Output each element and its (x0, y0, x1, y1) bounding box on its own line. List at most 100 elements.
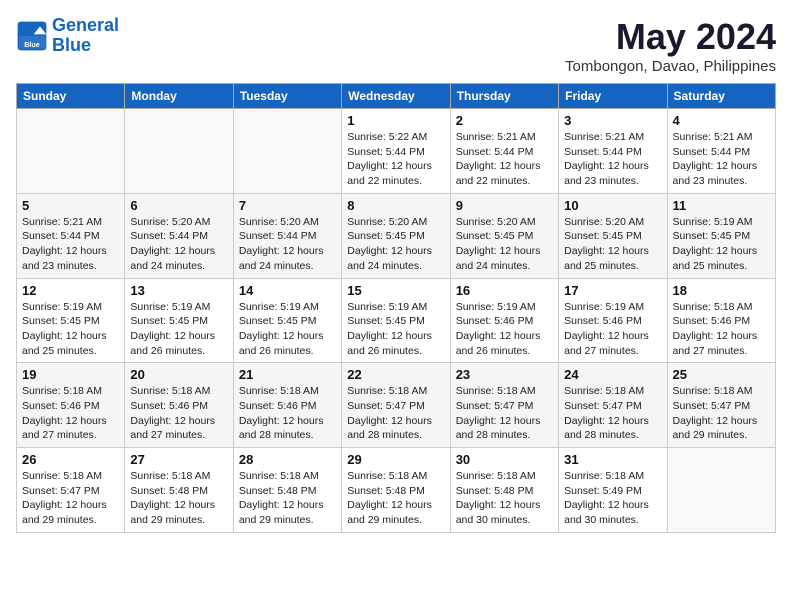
calendar-cell (125, 109, 233, 194)
calendar-cell: 19 Sunrise: 5:18 AM Sunset: 5:46 PM Dayli… (17, 363, 125, 448)
day-number: 4 (673, 113, 770, 128)
day-info: Sunrise: 5:20 AM Sunset: 5:45 PM Dayligh… (456, 215, 553, 274)
calendar-cell: 22 Sunrise: 5:18 AM Sunset: 5:47 PM Dayli… (342, 363, 450, 448)
day-info: Sunrise: 5:18 AM Sunset: 5:49 PM Dayligh… (564, 469, 661, 528)
weekday-header: Wednesday (342, 84, 450, 109)
calendar-cell: 1Sunrise: 5:22 AM Sunset: 5:44 PM Daylig… (342, 109, 450, 194)
day-number: 3 (564, 113, 661, 128)
day-info: Sunrise: 5:18 AM Sunset: 5:47 PM Dayligh… (347, 384, 444, 443)
day-info: Sunrise: 5:18 AM Sunset: 5:46 PM Dayligh… (239, 384, 336, 443)
weekday-header: Thursday (450, 84, 558, 109)
day-number: 20 (130, 367, 227, 382)
day-info: Sunrise: 5:18 AM Sunset: 5:47 PM Dayligh… (673, 384, 770, 443)
calendar-cell: 26 Sunrise: 5:18 AM Sunset: 5:47 PM Dayli… (17, 448, 125, 533)
calendar-cell: 9 Sunrise: 5:20 AM Sunset: 5:45 PM Daylig… (450, 193, 558, 278)
day-number: 29 (347, 452, 444, 467)
day-info: Sunrise: 5:19 AM Sunset: 5:45 PM Dayligh… (239, 300, 336, 359)
calendar-cell: 30 Sunrise: 5:18 AM Sunset: 5:48 PM Dayli… (450, 448, 558, 533)
day-number: 21 (239, 367, 336, 382)
calendar-cell: 14 Sunrise: 5:19 AM Sunset: 5:45 PM Dayli… (233, 278, 341, 363)
location: Tombongon, Davao, Philippines (565, 58, 776, 75)
calendar-cell: 11Sunrise: 5:19 AM Sunset: 5:45 PM Dayli… (667, 193, 775, 278)
day-number: 19 (22, 367, 119, 382)
weekday-header: Saturday (667, 84, 775, 109)
calendar-cell: 13Sunrise: 5:19 AM Sunset: 5:45 PM Dayli… (125, 278, 233, 363)
weekday-header: Tuesday (233, 84, 341, 109)
calendar-cell: 15Sunrise: 5:19 AM Sunset: 5:45 PM Dayli… (342, 278, 450, 363)
day-info: Sunrise: 5:21 AM Sunset: 5:44 PM Dayligh… (456, 130, 553, 189)
day-info: Sunrise: 5:18 AM Sunset: 5:48 PM Dayligh… (130, 469, 227, 528)
calendar-cell: 8Sunrise: 5:20 AM Sunset: 5:45 PM Daylig… (342, 193, 450, 278)
day-info: Sunrise: 5:18 AM Sunset: 5:47 PM Dayligh… (22, 469, 119, 528)
day-number: 25 (673, 367, 770, 382)
day-info: Sunrise: 5:20 AM Sunset: 5:45 PM Dayligh… (564, 215, 661, 274)
calendar-cell: 5Sunrise: 5:21 AM Sunset: 5:44 PM Daylig… (17, 193, 125, 278)
logo: Blue General Blue (16, 16, 119, 56)
calendar-week-row: 19 Sunrise: 5:18 AM Sunset: 5:46 PM Dayli… (17, 363, 776, 448)
day-number: 13 (130, 283, 227, 298)
calendar-cell: 20 Sunrise: 5:18 AM Sunset: 5:46 PM Dayli… (125, 363, 233, 448)
day-info: Sunrise: 5:18 AM Sunset: 5:47 PM Dayligh… (456, 384, 553, 443)
calendar-cell: 7Sunrise: 5:20 AM Sunset: 5:44 PM Daylig… (233, 193, 341, 278)
calendar-cell: 24 Sunrise: 5:18 AM Sunset: 5:47 PM Dayli… (559, 363, 667, 448)
title-block: May 2024 Tombongon, Davao, Philippines (565, 16, 776, 75)
calendar-cell: 17Sunrise: 5:19 AM Sunset: 5:46 PM Dayli… (559, 278, 667, 363)
day-number: 11 (673, 198, 770, 213)
calendar-cell: 10 Sunrise: 5:20 AM Sunset: 5:45 PM Dayli… (559, 193, 667, 278)
svg-text:Blue: Blue (24, 40, 40, 49)
day-number: 6 (130, 198, 227, 213)
calendar-cell: 16 Sunrise: 5:19 AM Sunset: 5:46 PM Dayli… (450, 278, 558, 363)
logo-line2: Blue (52, 35, 91, 55)
day-info: Sunrise: 5:18 AM Sunset: 5:46 PM Dayligh… (130, 384, 227, 443)
weekday-header: Sunday (17, 84, 125, 109)
logo-line1: General (52, 15, 119, 35)
day-info: Sunrise: 5:18 AM Sunset: 5:48 PM Dayligh… (239, 469, 336, 528)
day-info: Sunrise: 5:18 AM Sunset: 5:46 PM Dayligh… (673, 300, 770, 359)
day-info: Sunrise: 5:20 AM Sunset: 5:44 PM Dayligh… (130, 215, 227, 274)
day-info: Sunrise: 5:20 AM Sunset: 5:45 PM Dayligh… (347, 215, 444, 274)
day-number: 14 (239, 283, 336, 298)
day-number: 5 (22, 198, 119, 213)
day-number: 7 (239, 198, 336, 213)
calendar-week-row: 26 Sunrise: 5:18 AM Sunset: 5:47 PM Dayli… (17, 448, 776, 533)
calendar-cell: 31 Sunrise: 5:18 AM Sunset: 5:49 PM Dayli… (559, 448, 667, 533)
day-info: Sunrise: 5:18 AM Sunset: 5:48 PM Dayligh… (456, 469, 553, 528)
day-number: 18 (673, 283, 770, 298)
calendar-cell (17, 109, 125, 194)
day-info: Sunrise: 5:19 AM Sunset: 5:45 PM Dayligh… (22, 300, 119, 359)
calendar-cell (667, 448, 775, 533)
day-number: 30 (456, 452, 553, 467)
calendar-cell: 29 Sunrise: 5:18 AM Sunset: 5:48 PM Dayli… (342, 448, 450, 533)
day-info: Sunrise: 5:18 AM Sunset: 5:48 PM Dayligh… (347, 469, 444, 528)
calendar-cell: 28 Sunrise: 5:18 AM Sunset: 5:48 PM Dayli… (233, 448, 341, 533)
calendar-table: SundayMondayTuesdayWednesdayThursdayFrid… (16, 83, 776, 533)
calendar-week-row: 1Sunrise: 5:22 AM Sunset: 5:44 PM Daylig… (17, 109, 776, 194)
day-number: 16 (456, 283, 553, 298)
day-info: Sunrise: 5:18 AM Sunset: 5:47 PM Dayligh… (564, 384, 661, 443)
day-number: 31 (564, 452, 661, 467)
weekday-header: Monday (125, 84, 233, 109)
day-number: 15 (347, 283, 444, 298)
page-header: Blue General Blue May 2024 Tombongon, Da… (16, 16, 776, 75)
day-number: 10 (564, 198, 661, 213)
weekday-header-row: SundayMondayTuesdayWednesdayThursdayFrid… (17, 84, 776, 109)
calendar-week-row: 5Sunrise: 5:21 AM Sunset: 5:44 PM Daylig… (17, 193, 776, 278)
calendar-cell: 6 Sunrise: 5:20 AM Sunset: 5:44 PM Daylig… (125, 193, 233, 278)
calendar-cell: 27Sunrise: 5:18 AM Sunset: 5:48 PM Dayli… (125, 448, 233, 533)
calendar-cell: 25 Sunrise: 5:18 AM Sunset: 5:47 PM Dayli… (667, 363, 775, 448)
day-number: 17 (564, 283, 661, 298)
day-number: 26 (22, 452, 119, 467)
weekday-header: Friday (559, 84, 667, 109)
day-number: 9 (456, 198, 553, 213)
logo-text: General Blue (52, 16, 119, 56)
calendar-week-row: 12Sunrise: 5:19 AM Sunset: 5:45 PM Dayli… (17, 278, 776, 363)
calendar-cell (233, 109, 341, 194)
day-number: 28 (239, 452, 336, 467)
day-number: 24 (564, 367, 661, 382)
day-info: Sunrise: 5:18 AM Sunset: 5:46 PM Dayligh… (22, 384, 119, 443)
day-info: Sunrise: 5:19 AM Sunset: 5:46 PM Dayligh… (456, 300, 553, 359)
day-info: Sunrise: 5:21 AM Sunset: 5:44 PM Dayligh… (673, 130, 770, 189)
logo-icon: Blue (16, 20, 48, 52)
day-number: 22 (347, 367, 444, 382)
day-info: Sunrise: 5:21 AM Sunset: 5:44 PM Dayligh… (564, 130, 661, 189)
